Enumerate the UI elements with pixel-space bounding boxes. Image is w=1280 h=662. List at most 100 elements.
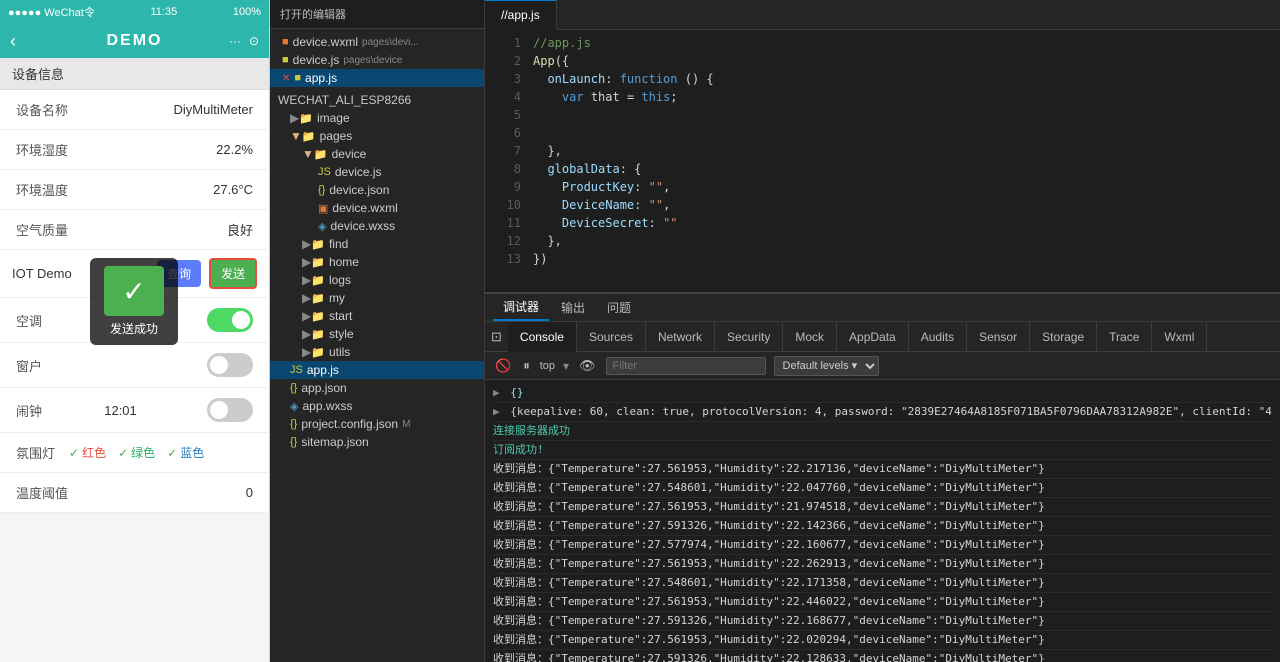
send-button[interactable]: 发送 <box>209 258 257 289</box>
devtools-lang-tabs: 调试器 输出 问题 <box>485 294 1280 322</box>
file-sitemap[interactable]: {} sitemap.json <box>270 433 484 451</box>
checkmark-icon <box>104 266 164 316</box>
right-section: 打开的编辑器 ■ device.wxml pages\devi... ■ dev… <box>270 0 1280 662</box>
devtools-toggle-icon[interactable]: ⊡ <box>485 329 508 345</box>
file-wxss-icon: ◈ <box>318 220 326 233</box>
file-appjs[interactable]: JS app.js <box>270 361 484 379</box>
file-device-wxml[interactable]: ▣ device.wxml <box>270 199 484 217</box>
tab-output[interactable]: 输出 <box>551 295 595 320</box>
threshold-value: 0 <box>246 485 253 500</box>
folder-device[interactable]: ▼ 📁 device <box>270 145 484 163</box>
chevron-utils-icon: ▶ <box>302 345 311 359</box>
folder-icon-logs: 📁 <box>311 274 325 287</box>
status-time: 11:35 <box>150 6 177 18</box>
console-filter-input[interactable] <box>606 357 766 375</box>
close-icon[interactable]: ✕ <box>282 73 290 84</box>
folder-find-label: find <box>329 237 348 251</box>
file-device-js[interactable]: JS device.js <box>270 163 484 181</box>
tab-trace[interactable]: Trace <box>1097 322 1152 352</box>
pause-button[interactable]: ⏸ <box>521 356 532 376</box>
file-device-json[interactable]: {} device.json <box>270 181 484 199</box>
open-file-wxml[interactable]: ■ device.wxml pages\devi... <box>270 33 484 51</box>
back-button[interactable]: ‹ <box>10 31 16 52</box>
folder-start[interactable]: ▶ 📁 start <box>270 307 484 325</box>
air-quality-value: 良好 <box>227 220 253 239</box>
file-appwxss[interactable]: ◈ app.wxss <box>270 397 484 415</box>
air-quality-label: 空气质量 <box>16 220 68 239</box>
folder-start-label: start <box>329 309 352 323</box>
chevron-home-icon: ▶ <box>302 255 311 269</box>
folder-image[interactable]: ▶ 📁 image <box>270 109 484 127</box>
folder-find[interactable]: ▶ 📁 find <box>270 235 484 253</box>
code-line-12: 12 }, <box>485 232 1280 250</box>
tab-problems[interactable]: 问题 <box>597 295 641 320</box>
tab-security[interactable]: Security <box>715 322 783 352</box>
tab-appdata[interactable]: AppData <box>837 322 909 352</box>
tab-console[interactable]: Console <box>508 322 577 352</box>
humidity-value: 22.2% <box>216 142 253 157</box>
eye-button[interactable]: 👁 <box>577 356 598 376</box>
clock-toggle[interactable] <box>207 398 253 422</box>
clear-console-button[interactable]: 🚫 <box>493 356 513 376</box>
open-file-appjs[interactable]: ✕ ■ app.js <box>270 69 484 87</box>
tab-audits[interactable]: Audits <box>909 322 967 352</box>
editor-area[interactable]: 1 //app.js 2 App({ 3 onLaunch: function … <box>485 30 1280 272</box>
code-line-2: 2 App({ <box>485 52 1280 70</box>
tab-sources[interactable]: Sources <box>577 322 646 352</box>
ac-toggle[interactable] <box>207 308 253 332</box>
code-line-9: 9 ProductKey: "", <box>485 178 1280 196</box>
open-file-wxml-path: pages\devi... <box>362 37 419 48</box>
tab-mock[interactable]: Mock <box>783 322 837 352</box>
file-appjson[interactable]: {} app.json <box>270 379 484 397</box>
clock-value: 12:01 <box>104 403 137 418</box>
folder-pages-label: pages <box>320 129 353 143</box>
open-file-appjs-name: app.js <box>305 71 337 85</box>
folder-home[interactable]: ▶ 📁 home <box>270 253 484 271</box>
device-name-row: 设备名称 DiyMultiMeter <box>0 90 269 130</box>
file-panel-header: 打开的编辑器 <box>270 0 484 29</box>
file-appwxss-label: app.wxss <box>302 399 352 413</box>
record-icon[interactable]: ⊙ <box>249 34 259 48</box>
editor-devtools: //app.js 1 //app.js 2 App({ 3 onLaunch: … <box>485 0 1280 662</box>
console-line-msg-1: 收到消息：{"Temperature":27.561953,"Humidity"… <box>493 460 1272 479</box>
folder-icon-style: 📁 <box>311 328 325 341</box>
chevron-start-icon: ▶ <box>302 309 311 323</box>
file-appjs-label: app.js <box>307 363 339 377</box>
tab-debugger[interactable]: 调试器 <box>493 294 549 321</box>
status-right: 100% <box>233 6 261 18</box>
folder-pages[interactable]: ▼ 📁 pages <box>270 127 484 145</box>
open-file-devicejs[interactable]: ■ device.js pages\device <box>270 51 484 69</box>
project-root: WECHAT_ALI_ESP8266 <box>270 91 484 109</box>
folder-my-label: my <box>329 291 345 305</box>
file-device-wxss[interactable]: ◈ device.wxss <box>270 217 484 235</box>
folder-icon: 📁 <box>299 112 313 125</box>
more-icon[interactable]: ··· <box>229 34 241 48</box>
folder-style[interactable]: ▶ 📁 style <box>270 325 484 343</box>
tab-sensor[interactable]: Sensor <box>967 322 1030 352</box>
folder-utils[interactable]: ▶ 📁 utils <box>270 343 484 361</box>
phone-nav-bar: ‹ DEMO ··· ⊙ <box>0 24 269 58</box>
tab-storage[interactable]: Storage <box>1030 322 1097 352</box>
red-check-icon: ✓ <box>69 446 79 460</box>
code-line-6: 6 <box>485 124 1280 142</box>
file-projectconfig[interactable]: {} project.config.json M <box>270 415 484 433</box>
folder-device-label: device <box>332 147 367 161</box>
console-line-msg-8: 收到消息：{"Temperature":27.561953,"Humidity"… <box>493 593 1272 612</box>
expand-arrow-icon: ▶ <box>493 405 500 418</box>
success-toast: 发送成功 <box>90 258 178 345</box>
folder-logs[interactable]: ▶ 📁 logs <box>270 271 484 289</box>
phone-panel: ●●●●● WeChat令 11:35 100% ‹ DEMO ··· ⊙ 设备… <box>0 0 270 662</box>
log-levels-select[interactable]: Default levels ▾ <box>774 356 879 376</box>
tab-wxml[interactable]: Wxml <box>1152 322 1207 352</box>
folder-my[interactable]: ▶ 📁 my <box>270 289 484 307</box>
ac-label: 空调 <box>16 311 42 330</box>
folder-logs-label: logs <box>329 273 351 287</box>
file-tree: ■ device.wxml pages\devi... ■ device.js … <box>270 29 484 662</box>
console-line-0: ▶ {} <box>493 384 1272 403</box>
chevron-my-icon: ▶ <box>302 291 311 305</box>
open-editors-label: 打开的编辑器 <box>280 9 346 21</box>
tab-network[interactable]: Network <box>646 322 715 352</box>
window-toggle[interactable] <box>207 353 253 377</box>
tab-appjs[interactable]: //app.js <box>485 0 557 30</box>
window-row: 窗户 <box>0 343 269 388</box>
